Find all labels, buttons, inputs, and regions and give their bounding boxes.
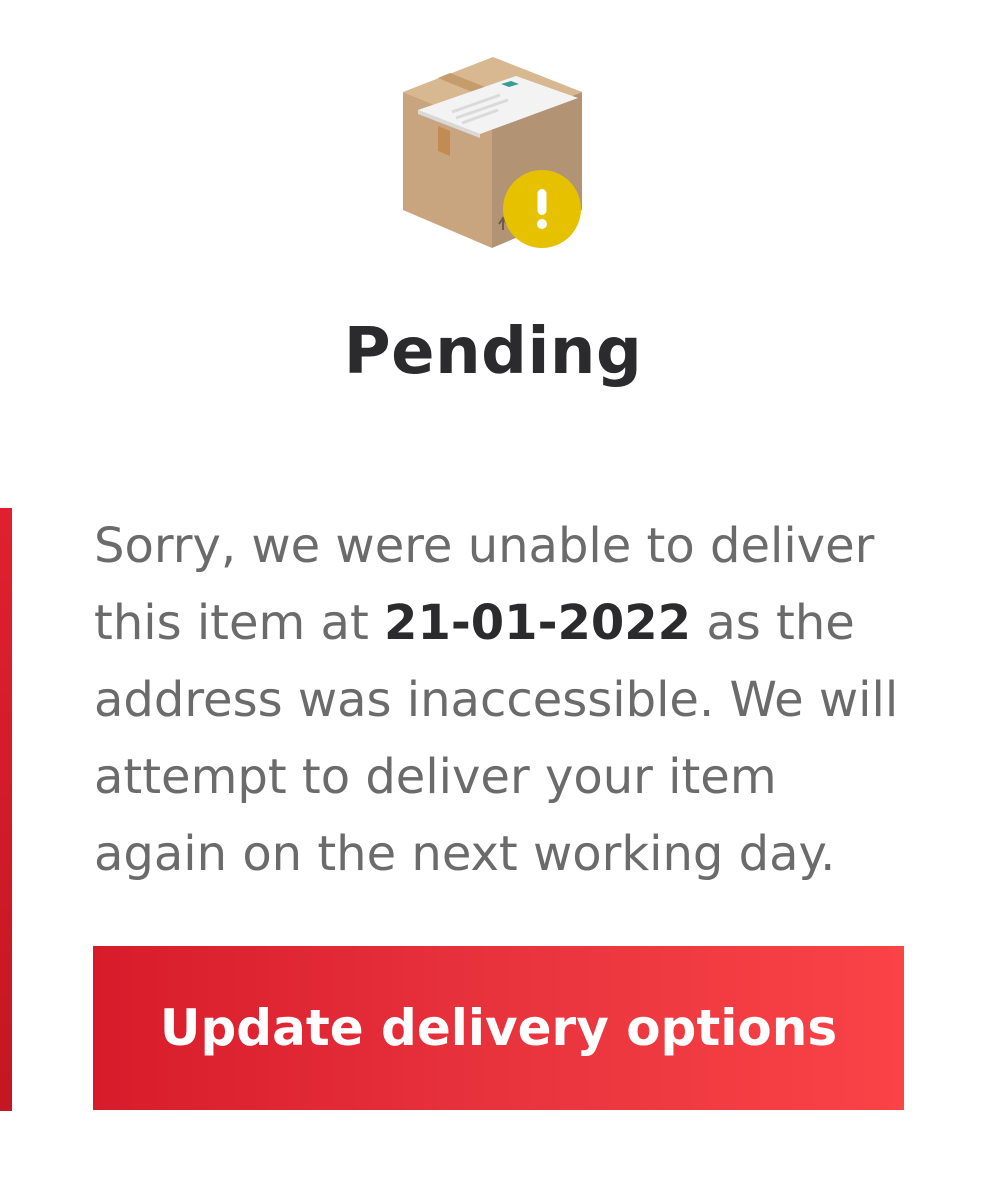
delivery-attempt-date: 21-01-2022 [384,595,692,651]
package-warning-icon [403,57,582,248]
delivery-message: Sorry, we were unable to deliver this it… [94,508,914,893]
update-delivery-options-button[interactable]: Update delivery options [93,946,904,1110]
status-accent-bar [0,508,12,1111]
status-title: Pending [343,315,643,389]
